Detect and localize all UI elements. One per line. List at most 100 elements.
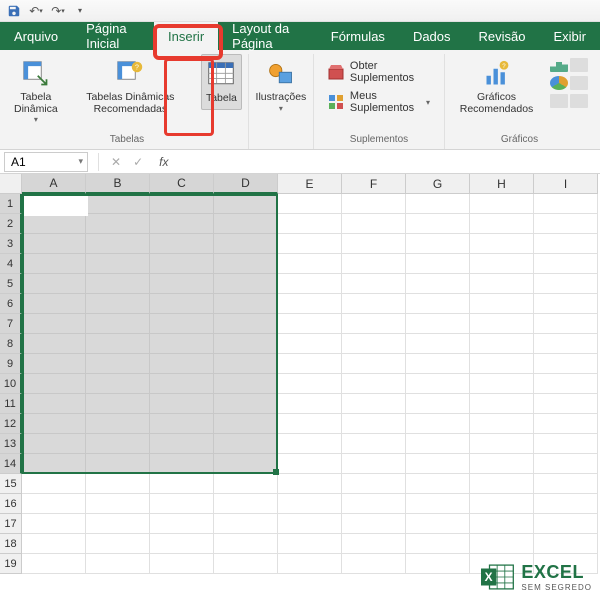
cell[interactable] [214, 474, 278, 494]
cell[interactable] [214, 334, 278, 354]
cell[interactable] [214, 274, 278, 294]
cell[interactable] [150, 414, 214, 434]
cell[interactable] [406, 214, 470, 234]
cell[interactable] [214, 254, 278, 274]
tab-layout[interactable]: Layout da Página [218, 22, 317, 50]
cell[interactable] [86, 314, 150, 334]
column-header[interactable]: A [22, 174, 86, 194]
tabela-button[interactable]: Tabela [201, 54, 242, 110]
cell[interactable] [86, 254, 150, 274]
row-header[interactable]: 10 [0, 374, 22, 394]
row-header[interactable]: 17 [0, 514, 22, 534]
cell[interactable] [278, 454, 342, 474]
cell[interactable] [406, 454, 470, 474]
cell[interactable] [214, 354, 278, 374]
cell[interactable] [342, 494, 406, 514]
cell[interactable] [22, 354, 86, 374]
cell[interactable] [470, 534, 534, 554]
cell[interactable] [278, 554, 342, 574]
cell[interactable] [342, 554, 406, 574]
cell[interactable] [86, 194, 150, 214]
cell[interactable] [22, 534, 86, 554]
cell[interactable] [470, 474, 534, 494]
cell[interactable] [534, 534, 598, 554]
cell[interactable] [214, 214, 278, 234]
cell[interactable] [406, 554, 470, 574]
cell[interactable] [22, 374, 86, 394]
cell[interactable] [214, 234, 278, 254]
row-header[interactable]: 15 [0, 474, 22, 494]
cell[interactable] [534, 474, 598, 494]
cell[interactable] [214, 554, 278, 574]
cell[interactable] [470, 234, 534, 254]
cell[interactable] [470, 274, 534, 294]
cell[interactable] [406, 474, 470, 494]
cell[interactable] [86, 514, 150, 534]
cell[interactable] [342, 314, 406, 334]
cell[interactable] [406, 254, 470, 274]
cell[interactable] [278, 334, 342, 354]
graficos-recomendados-button[interactable]: ? Gráficos Recomendados [451, 54, 542, 119]
tab-revisao[interactable]: Revisão [465, 22, 540, 50]
cell[interactable] [406, 274, 470, 294]
cell[interactable] [278, 374, 342, 394]
cell[interactable] [470, 214, 534, 234]
cell[interactable] [86, 474, 150, 494]
column-header[interactable]: I [534, 174, 598, 194]
row-header[interactable]: 9 [0, 354, 22, 374]
area-chart-icon[interactable] [570, 76, 588, 90]
cell[interactable] [470, 254, 534, 274]
more-charts-icon[interactable] [570, 94, 588, 108]
cell[interactable] [534, 294, 598, 314]
cell[interactable] [86, 234, 150, 254]
cell[interactable] [342, 274, 406, 294]
cell[interactable] [278, 354, 342, 374]
cell[interactable] [278, 194, 342, 214]
column-header[interactable]: G [406, 174, 470, 194]
cell[interactable] [342, 374, 406, 394]
cell[interactable] [150, 394, 214, 414]
cell[interactable] [470, 514, 534, 534]
cell[interactable] [278, 394, 342, 414]
cell[interactable] [22, 474, 86, 494]
cell[interactable] [470, 434, 534, 454]
cell[interactable] [470, 374, 534, 394]
select-all-corner[interactable] [0, 174, 22, 194]
cell[interactable] [406, 394, 470, 414]
cell[interactable] [534, 274, 598, 294]
redo-icon[interactable]: ↷▾ [50, 3, 66, 19]
line-chart-icon[interactable] [570, 58, 588, 72]
cell[interactable] [342, 294, 406, 314]
cell[interactable] [278, 254, 342, 274]
cell[interactable] [22, 294, 86, 314]
pie-chart-icon[interactable] [550, 76, 568, 90]
tab-formulas[interactable]: Fórmulas [317, 22, 399, 50]
cell[interactable] [278, 234, 342, 254]
cell[interactable] [534, 374, 598, 394]
cell[interactable] [86, 214, 150, 234]
column-header[interactable]: D [214, 174, 278, 194]
cell[interactable] [86, 434, 150, 454]
cell[interactable] [22, 554, 86, 574]
cell[interactable] [534, 194, 598, 214]
cell[interactable] [406, 374, 470, 394]
cell[interactable] [22, 234, 86, 254]
cell[interactable] [470, 454, 534, 474]
cell[interactable] [278, 534, 342, 554]
cell[interactable] [342, 334, 406, 354]
cell[interactable] [278, 314, 342, 334]
column-header[interactable]: H [470, 174, 534, 194]
cell[interactable] [150, 514, 214, 534]
cell[interactable] [534, 494, 598, 514]
cell[interactable] [406, 514, 470, 534]
save-icon[interactable] [6, 3, 22, 19]
cell[interactable] [470, 394, 534, 414]
cell[interactable] [22, 214, 86, 234]
cell[interactable] [534, 434, 598, 454]
cell[interactable] [150, 294, 214, 314]
cell[interactable] [278, 514, 342, 534]
cell[interactable] [342, 194, 406, 214]
cell[interactable] [406, 334, 470, 354]
row-header[interactable]: 7 [0, 314, 22, 334]
cell[interactable] [278, 474, 342, 494]
